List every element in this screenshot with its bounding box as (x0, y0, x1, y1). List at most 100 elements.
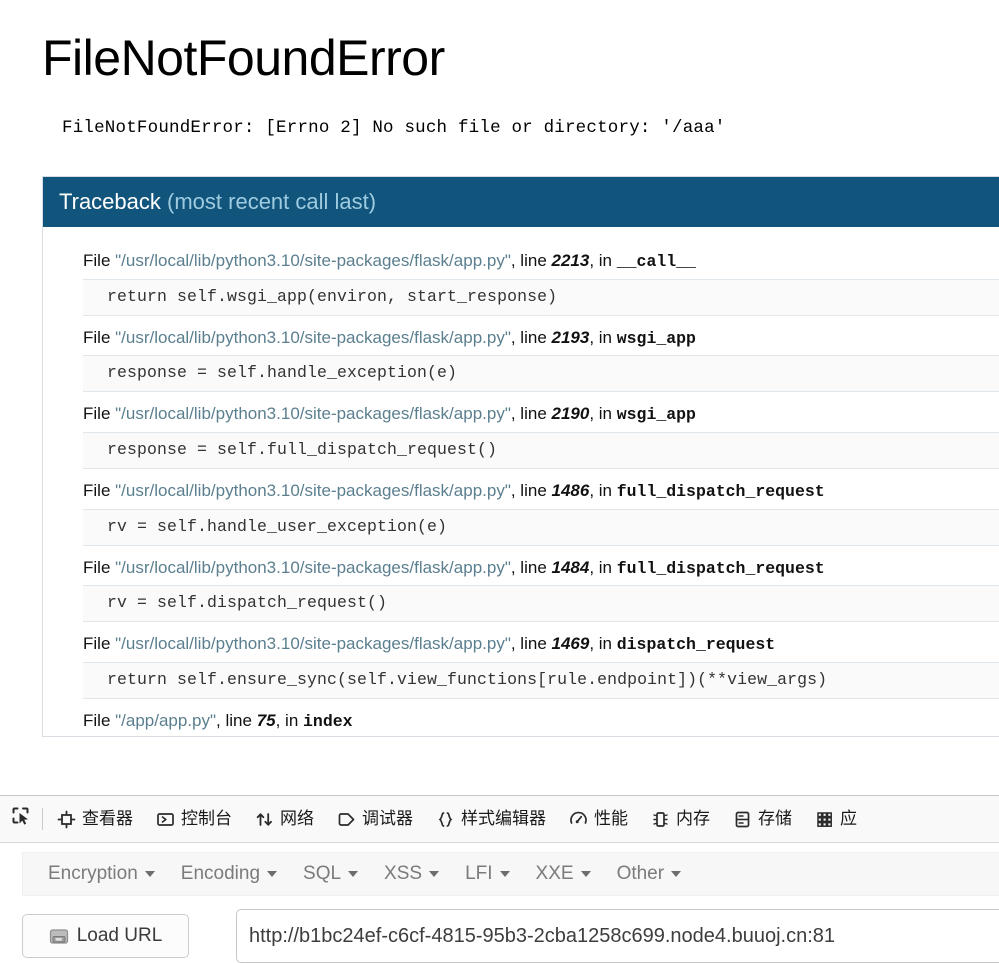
traceback-frame-location: File "/app/app.py", line 75, in index (43, 699, 999, 737)
drive-icon (49, 928, 69, 945)
frame-filename[interactable]: "/app/app.py" (115, 711, 216, 730)
frame-filename[interactable]: "/usr/local/lib/python3.10/site-packages… (115, 634, 511, 653)
frame-in-label: , in (589, 327, 617, 347)
frame-line-number: 2190 (551, 404, 590, 424)
chevron-down-icon (580, 871, 591, 877)
hackbar-menu-xxe[interactable]: XXE (523, 863, 604, 885)
tab-console-label: 控制台 (181, 808, 232, 829)
traceback-frame-location: File "/usr/local/lib/python3.10/site-pac… (43, 469, 999, 509)
traceback-frame-location: File "/usr/local/lib/python3.10/site-pac… (43, 392, 999, 432)
tab-inspector[interactable]: 查看器 (45, 796, 144, 842)
frame-line-label: , line (216, 710, 257, 730)
chevron-down-icon (671, 871, 682, 877)
frame-in-label: , in (275, 710, 304, 730)
load-url-button[interactable]: Load URL (22, 914, 189, 958)
frame-function-name: dispatch_request (616, 635, 776, 655)
frame-line-number: 1484 (551, 557, 590, 577)
frame-filename[interactable]: "/usr/local/lib/python3.10/site-packages… (115, 481, 511, 500)
toolbar-divider (42, 808, 43, 830)
hackbar-menu-bar: Encryption Encoding SQL XSS LFI XXE Other (22, 852, 999, 896)
traceback-frame-code: rv = self.handle_user_exception(e) (83, 508, 999, 546)
frame-line-number: 75 (256, 710, 276, 730)
frame-in-label: , in (589, 251, 617, 271)
hackbar-menu-encoding[interactable]: Encoding (168, 863, 290, 885)
memory-icon (650, 809, 670, 829)
frame-line-label: , line (510, 557, 552, 577)
element-picker-button[interactable] (0, 796, 42, 842)
chevron-down-icon (429, 871, 440, 877)
frame-line-number: 2213 (551, 251, 590, 271)
tab-console[interactable]: 控制台 (144, 796, 243, 842)
element-picker-icon (11, 806, 32, 832)
traceback-header-sub: (most recent call last) (167, 189, 377, 214)
frame-file-prefix: File (83, 480, 116, 500)
traceback-frame: File "/usr/local/lib/python3.10/site-pac… (43, 316, 999, 393)
load-url-label: Load URL (76, 925, 163, 946)
hackbar-menu-label: XXE (535, 863, 574, 884)
hackbar-menu-encryption[interactable]: Encryption (35, 863, 168, 885)
style-editor-icon (435, 809, 455, 829)
traceback-frame: File "/usr/local/lib/python3.10/site-pac… (43, 392, 999, 469)
frame-file-prefix: File (83, 710, 116, 730)
application-icon (814, 809, 834, 829)
traceback-header-main: Traceback (59, 189, 168, 214)
tab-application-label: 应 (840, 808, 857, 829)
frame-line-number: 1469 (551, 634, 590, 654)
frame-file-prefix: File (83, 634, 116, 654)
hackbar-menu-xss[interactable]: XSS (371, 863, 452, 885)
frame-in-label: , in (589, 557, 617, 577)
frame-function-name: wsgi_app (616, 328, 696, 348)
tab-performance-label: 性能 (594, 808, 628, 829)
devtools-toolbar: 查看器 控制台 网络 调试器 样式编辑器 性能 内存 存储 应 (0, 795, 999, 843)
chevron-down-icon (144, 871, 155, 877)
tab-inspector-label: 查看器 (82, 808, 133, 829)
tab-debugger[interactable]: 调试器 (325, 796, 424, 842)
hackbar-panel: Encryption Encoding SQL XSS LFI XXE Other Load… (0, 843, 999, 963)
tab-style-editor[interactable]: 样式编辑器 (424, 796, 557, 842)
traceback-frame-code: response = self.full_dispatch_request() (83, 431, 999, 469)
hackbar-menu-other[interactable]: Other (604, 863, 695, 885)
traceback-frame: File "/usr/local/lib/python3.10/site-pac… (43, 546, 999, 623)
chevron-down-icon (267, 871, 278, 877)
hackbar-menu-sql[interactable]: SQL (290, 863, 371, 885)
frame-function-name: __call__ (616, 252, 696, 272)
tab-memory[interactable]: 内存 (639, 796, 721, 842)
chevron-down-icon (348, 871, 359, 877)
traceback-frame: File "/usr/local/lib/python3.10/site-pac… (43, 622, 999, 699)
tab-debugger-label: 调试器 (362, 808, 413, 829)
frame-line-label: , line (510, 634, 552, 654)
frame-filename[interactable]: "/usr/local/lib/python3.10/site-packages… (115, 404, 511, 423)
hackbar-menu-lfi[interactable]: LFI (452, 863, 522, 885)
frame-line-label: , line (510, 327, 552, 347)
frame-filename[interactable]: "/usr/local/lib/python3.10/site-packages… (115, 251, 511, 270)
hackbar-menu-label: Encoding (180, 863, 261, 884)
frame-line-label: , line (510, 404, 552, 424)
frame-line-number: 2193 (551, 327, 590, 347)
traceback-panel: Traceback (most recent call last) File "… (42, 176, 999, 738)
console-icon (155, 809, 175, 829)
network-icon (254, 809, 274, 829)
frame-file-prefix: File (83, 557, 116, 577)
hackbar-menu-label: Encryption (48, 863, 138, 884)
tab-performance[interactable]: 性能 (557, 796, 639, 842)
page-title: FileNotFoundError (42, 30, 445, 86)
frame-filename[interactable]: "/usr/local/lib/python3.10/site-packages… (115, 328, 511, 347)
tab-network[interactable]: 网络 (243, 796, 325, 842)
url-input[interactable]: http://b1bc24ef-c6cf-4815-95b3-2cba1258c… (236, 909, 999, 963)
frame-file-prefix: File (83, 404, 116, 424)
frame-in-label: , in (589, 634, 617, 654)
hackbar-url-row: Load URL http://b1bc24ef-c6cf-4815-95b3-… (0, 909, 999, 963)
tab-application[interactable]: 应 (803, 796, 868, 842)
tab-storage[interactable]: 存储 (721, 796, 803, 842)
frame-function-name: full_dispatch_request (616, 481, 825, 501)
traceback-frame-list: File "/usr/local/lib/python3.10/site-pac… (43, 227, 999, 737)
tab-network-label: 网络 (280, 808, 314, 829)
traceback-header: Traceback (most recent call last) (43, 177, 999, 228)
tab-memory-label: 内存 (676, 808, 710, 829)
traceback-frame-location: File "/usr/local/lib/python3.10/site-pac… (43, 546, 999, 586)
frame-line-label: , line (510, 251, 552, 271)
traceback-frame-location: File "/usr/local/lib/python3.10/site-pac… (43, 622, 999, 662)
frame-function-name: wsgi_app (616, 405, 696, 425)
screenshot-root: FileNotFoundError FileNotFoundError: [Er… (0, 0, 999, 963)
frame-filename[interactable]: "/usr/local/lib/python3.10/site-packages… (115, 558, 511, 577)
